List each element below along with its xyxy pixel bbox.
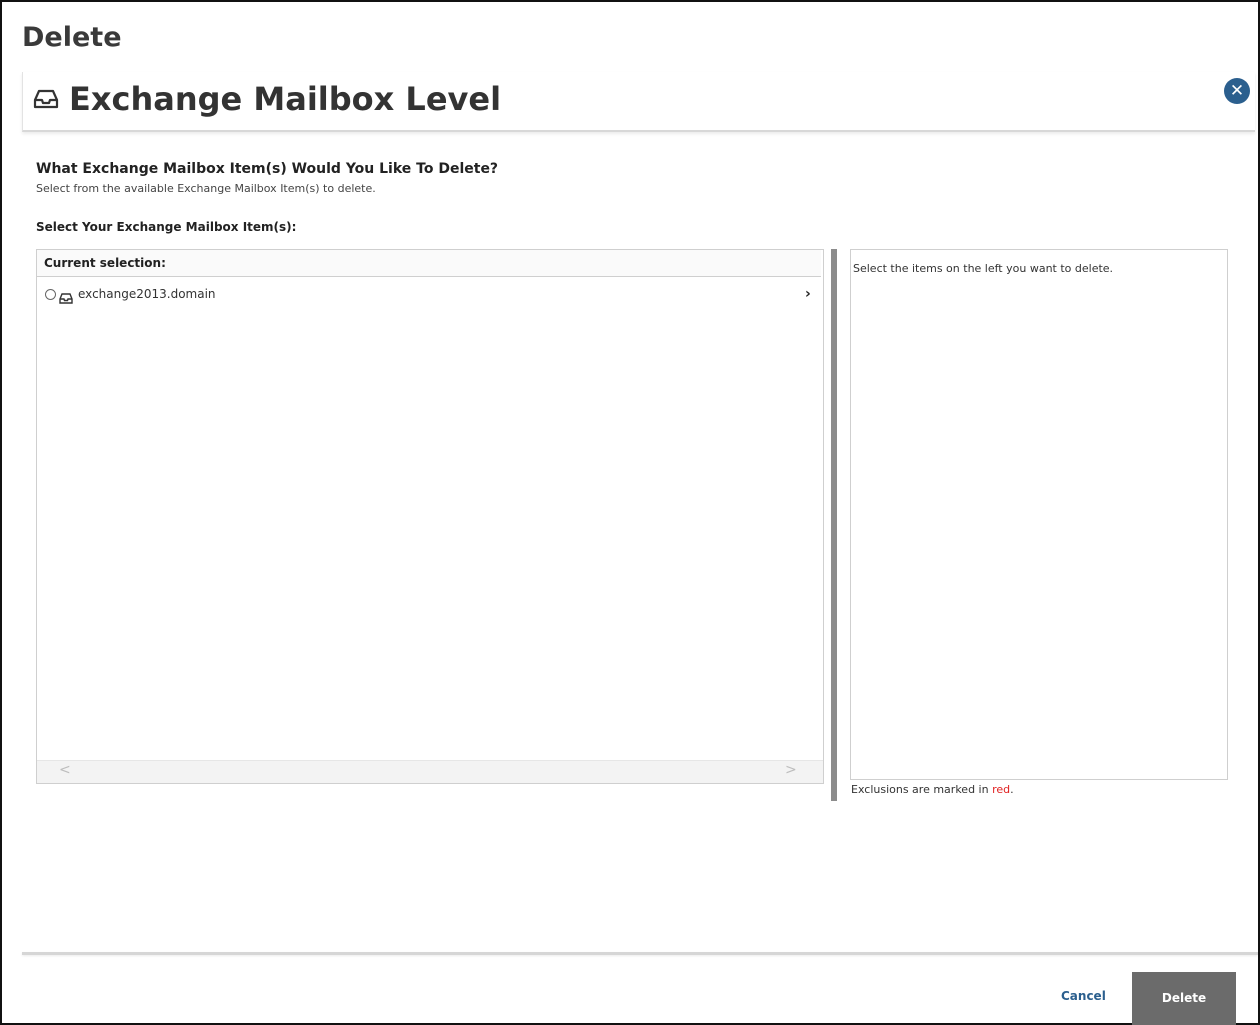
cancel-button[interactable]: Cancel bbox=[1061, 989, 1106, 1003]
tree-item-exchange2013[interactable]: exchange2013.domain › bbox=[45, 286, 815, 305]
close-icon: ✕ bbox=[1229, 81, 1245, 101]
selection-radio[interactable] bbox=[45, 289, 56, 300]
delete-list-panel: Select the items on the left you want to… bbox=[850, 249, 1228, 780]
close-button[interactable]: ✕ bbox=[1224, 78, 1250, 104]
exclusions-red-word: red bbox=[992, 783, 1011, 796]
scroll-left-arrow[interactable]: < bbox=[59, 762, 71, 778]
delete-button[interactable]: Delete bbox=[1132, 972, 1236, 1025]
dialog-frame: Delete Exchange Mailbox Level ✕ What Exc… bbox=[0, 0, 1260, 1025]
prompt-subtext: Select from the available Exchange Mailb… bbox=[36, 182, 376, 195]
horizontal-scrollbar[interactable]: < > bbox=[37, 760, 823, 783]
prompt-question: What Exchange Mailbox Item(s) Would You … bbox=[36, 161, 499, 177]
current-selection-header: Current selection: bbox=[37, 250, 821, 277]
scroll-right-arrow[interactable]: > bbox=[785, 762, 797, 778]
panel-splitter[interactable] bbox=[831, 249, 837, 801]
dialog-header: Exchange Mailbox Level bbox=[22, 72, 1255, 132]
selection-tree-panel: Current selection: exchange2013.domain ›… bbox=[36, 249, 824, 784]
chevron-right-icon[interactable]: › bbox=[805, 286, 811, 302]
exclusions-prefix: Exclusions are marked in bbox=[851, 783, 993, 796]
mailbox-icon bbox=[33, 88, 59, 110]
select-label: Select Your Exchange Mailbox Item(s): bbox=[36, 220, 297, 234]
mailbox-icon bbox=[59, 289, 73, 304]
exclusions-suffix: . bbox=[1010, 783, 1014, 796]
footer-divider bbox=[22, 952, 1258, 955]
tree-item-label: exchange2013.domain bbox=[78, 287, 216, 301]
window-title: Delete bbox=[22, 22, 122, 53]
right-panel-hint: Select the items on the left you want to… bbox=[853, 262, 1114, 275]
exclusions-note: Exclusions are marked in red. bbox=[851, 783, 1014, 796]
page-title: Exchange Mailbox Level bbox=[69, 80, 502, 118]
